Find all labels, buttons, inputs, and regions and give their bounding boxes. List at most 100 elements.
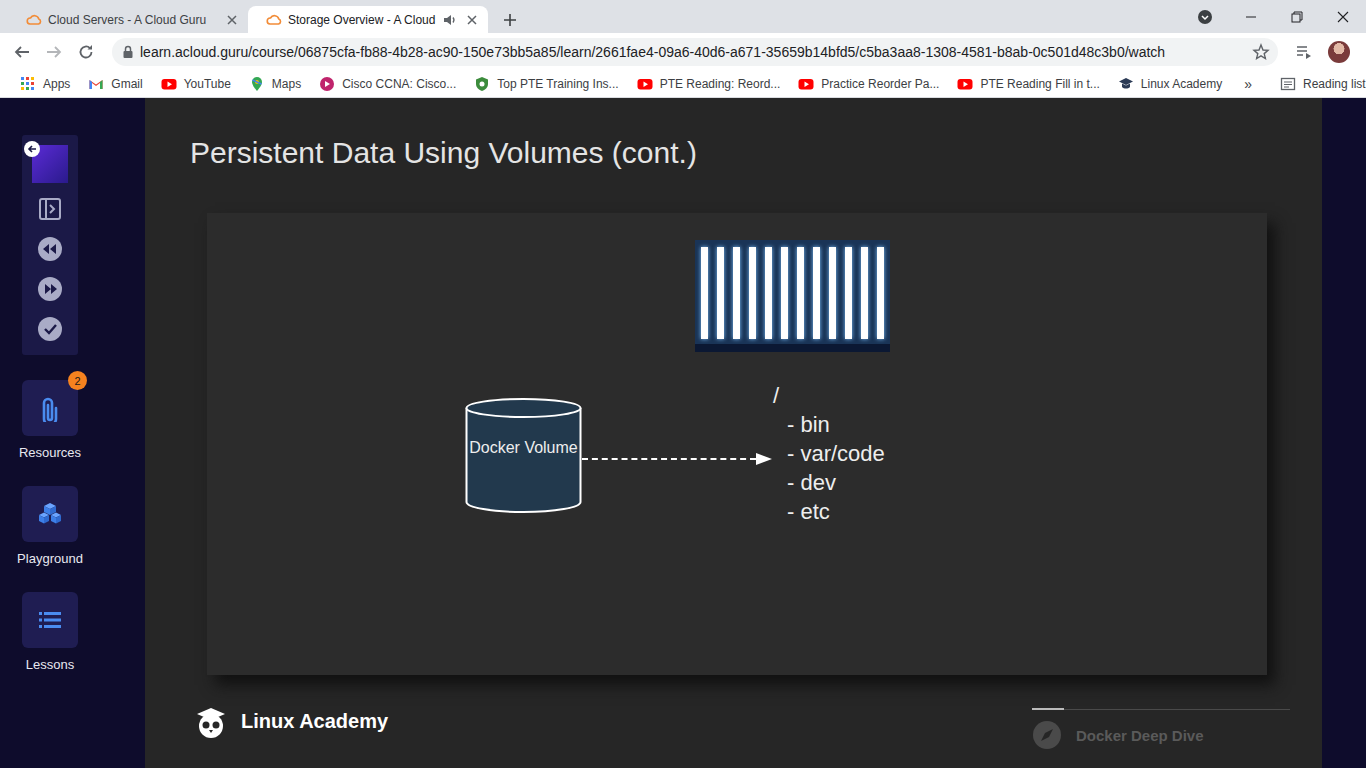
bookmark[interactable]: Apps [14, 72, 76, 96]
bookmark-label: Apps [43, 77, 70, 91]
container-base [695, 344, 890, 352]
maps-icon [249, 76, 265, 92]
sidebar-item[interactable]: 2Resources [19, 380, 81, 460]
speaker-icon[interactable] [442, 12, 458, 28]
browser-tab[interactable]: Storage Overview - A Cloud [248, 6, 488, 33]
bookmark[interactable]: Cisco CCNA: Cisco... [313, 72, 462, 96]
back-button[interactable] [8, 38, 36, 66]
bookmarks-bar: Apps Gmail YouTube Maps Cisco CCNA: Cisco...… [0, 70, 1366, 98]
close-window-button[interactable] [1320, 0, 1366, 33]
youtube-icon [637, 76, 653, 92]
minimize-button[interactable] [1228, 0, 1274, 33]
tree-entry: / [773, 381, 885, 410]
close-window-icon [1335, 9, 1351, 25]
forward-button[interactable] [40, 38, 68, 66]
sidebar-tile[interactable] [22, 592, 78, 648]
brand-logo: Linux Academy [193, 704, 388, 740]
omnibox[interactable]: learn.acloud.guru/course/06875cfa-fb88-4… [112, 38, 1278, 66]
lock-icon[interactable] [122, 45, 134, 59]
bookmark-label: PTE Reading Fill in t... [980, 77, 1099, 91]
restore-button[interactable] [1274, 0, 1320, 33]
arrow-line [582, 458, 756, 460]
close-icon[interactable] [464, 12, 480, 28]
browser-tab[interactable]: Cloud Servers - A Cloud Guru [8, 6, 248, 33]
course-rule [1032, 709, 1290, 710]
container-bar [829, 247, 836, 339]
filesystem-tree: /- bin- var/code- dev- etc [773, 381, 885, 526]
bookmark[interactable]: Linux Academy [1112, 72, 1228, 96]
bookmark-label: YouTube [184, 77, 231, 91]
sidebar-item[interactable]: Playground [17, 486, 83, 566]
profile-menu-icon [1197, 9, 1213, 25]
gmail-icon [88, 76, 104, 92]
container-bar [877, 247, 884, 339]
sidebar-item[interactable]: Lessons [22, 592, 78, 672]
rewind-button[interactable] [37, 236, 63, 262]
new-tab-button[interactable] [496, 6, 524, 33]
bookmark[interactable]: YouTube [155, 72, 237, 96]
container-bar [813, 247, 820, 339]
container-bar [781, 247, 788, 339]
shield-icon [474, 76, 490, 92]
profile-menu-button[interactable] [1182, 0, 1228, 33]
slide-title: Persistent Data Using Volumes (cont.) [145, 98, 1322, 171]
bookmark-label: PTE Reading: Reord... [660, 77, 781, 91]
address-bar: learn.acloud.guru/course/06875cfa-fb88-4… [0, 33, 1366, 70]
back-to-course-button[interactable] [24, 141, 40, 157]
youtube-icon [798, 76, 814, 92]
bookmark-label: Top PTE Training Ins... [497, 77, 618, 91]
player-controls [22, 135, 78, 355]
course-thumbnail[interactable] [32, 145, 68, 183]
reading-list-button[interactable]: Reading list [1274, 72, 1366, 96]
container-bars [695, 240, 890, 344]
star-icon[interactable] [1252, 43, 1270, 61]
cloud-icon [266, 12, 282, 28]
url-text[interactable]: learn.acloud.guru/course/06875cfa-fb88-4… [140, 44, 1246, 60]
sidebar-tile[interactable]: 2 [22, 380, 78, 436]
rewind-icon [37, 236, 63, 262]
graduation-cap-icon [1118, 76, 1134, 92]
container-bar [861, 247, 868, 339]
left-nav-column: 2Resources Playground Lessons [0, 98, 100, 672]
check-icon [37, 316, 63, 342]
sidebar-toggle-icon [37, 196, 63, 222]
bookmark-label: Linux Academy [1141, 77, 1222, 91]
minimize-icon [1243, 9, 1259, 25]
apps-grid-icon [20, 76, 36, 92]
youtube-icon [957, 76, 973, 92]
close-icon[interactable] [224, 12, 240, 28]
sidebar-tile[interactable] [22, 486, 78, 542]
more-bookmarks-button[interactable]: » [1234, 72, 1262, 96]
bookmark-label: Cisco CCNA: Cisco... [342, 77, 456, 91]
cloud-icon [26, 12, 42, 28]
plus-icon [502, 12, 518, 28]
volume-label: Docker Volume [465, 438, 582, 458]
brand-name: Linux Academy [241, 710, 388, 733]
paperclip-icon [36, 394, 64, 422]
forward-icon [45, 43, 63, 61]
bookmark[interactable]: Gmail [82, 72, 148, 96]
check-button[interactable] [37, 316, 63, 342]
bookmark[interactable]: PTE Reading: Reord... [631, 72, 787, 96]
container-bar [717, 247, 724, 339]
bookmark[interactable]: Top PTE Training Ins... [468, 72, 624, 96]
fast-forward-icon [37, 276, 63, 302]
bookmark[interactable]: Maps [243, 72, 307, 96]
course-name: Docker Deep Dive [1076, 727, 1204, 744]
media-list-button[interactable] [1290, 38, 1318, 66]
bookmark[interactable]: Practice Reorder Pa... [792, 72, 945, 96]
cubes-icon [36, 500, 64, 528]
compass-icon [1032, 720, 1062, 750]
left-nav: 2Resources Playground Lessons [0, 98, 145, 768]
slide-footer: Linux Academy Docker Deep Dive [145, 675, 1322, 768]
video-player[interactable]: Persistent Data Using Volumes (cont.) Doc… [145, 98, 1322, 768]
fast-forward-button[interactable] [37, 276, 63, 302]
sidebar-label: Lessons [26, 657, 74, 672]
container-bar [733, 247, 740, 339]
reload-button[interactable] [72, 38, 100, 66]
sidebar-label: Playground [17, 551, 83, 566]
profile-avatar[interactable] [1328, 41, 1350, 63]
sidebar-toggle-button[interactable] [37, 196, 63, 222]
bookmark[interactable]: PTE Reading Fill in t... [951, 72, 1105, 96]
tab-label: Storage Overview - A Cloud [288, 13, 436, 27]
